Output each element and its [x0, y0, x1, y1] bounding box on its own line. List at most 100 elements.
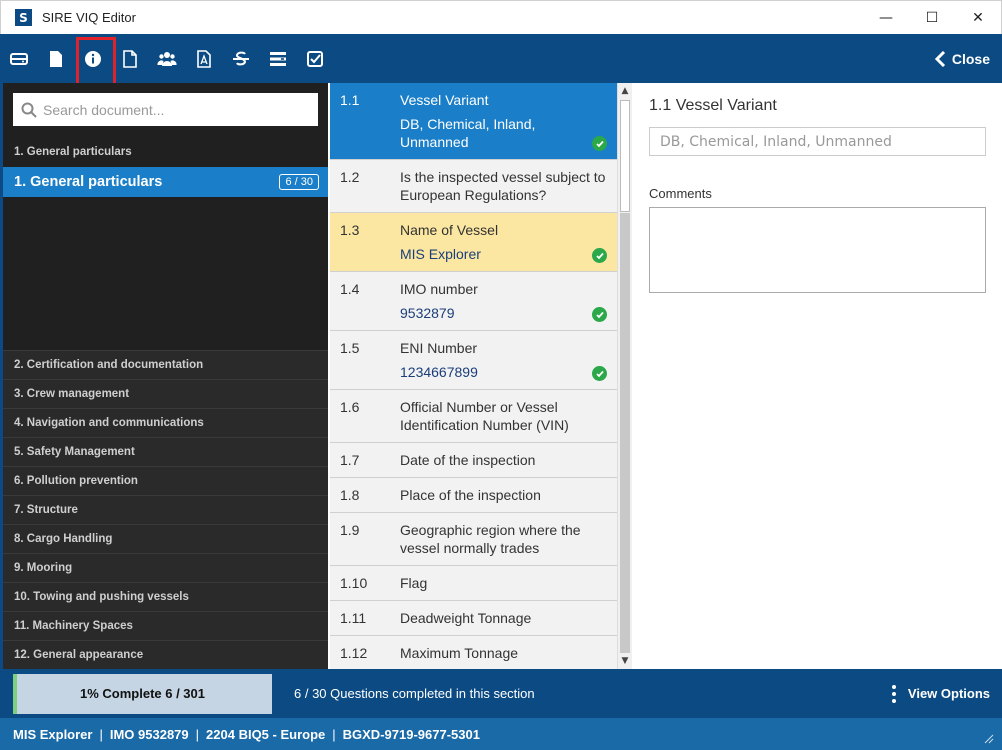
question-label: Date of the inspection [400, 452, 536, 468]
question-number: 1.4 [340, 281, 360, 297]
detail-title: 1.1 Vessel Variant [649, 97, 777, 114]
question-row[interactable]: 1.3 Name of Vessel MIS Explorer [330, 213, 617, 272]
question-label: Geographic region where the vessel norma… [400, 522, 581, 556]
question-answer: DB, Chemical, Inland, Unmanned [400, 116, 536, 150]
question-row[interactable]: 1.7 Date of the inspection [330, 443, 617, 478]
info-icon[interactable] [74, 34, 116, 86]
sidebar-item[interactable]: 3. Crew management [3, 379, 328, 408]
question-label: Flag [400, 575, 428, 591]
section-list: 2. Certification and documentation 3. Cre… [3, 350, 328, 669]
sidebar-item[interactable]: 6. Pollution prevention [3, 466, 328, 495]
status-version: 2204 BIQ5 - Europe [206, 726, 326, 742]
progress-row: 1% Complete 6 / 301 6 / 30 Questions com… [0, 669, 1002, 718]
question-answer: MIS Explorer [400, 246, 481, 262]
scroll-down-icon[interactable]: ▼ [618, 654, 632, 668]
question-label: Name of Vessel [400, 222, 499, 238]
pdf-icon[interactable] [185, 34, 222, 83]
sidebar-item-general-particulars[interactable]: 1. General particulars 6 / 30 [3, 167, 328, 197]
question-row[interactable]: 1.6 Official Number or Vessel Identificat… [330, 390, 617, 443]
comments-label: Comments [649, 186, 712, 201]
resize-grip-icon[interactable] [982, 732, 994, 744]
question-answer: 1234667899 [400, 364, 478, 380]
question-number: 1.10 [340, 575, 368, 591]
question-label: Place of the inspection [400, 487, 541, 503]
question-scrollbar[interactable]: ▲ ▼ [617, 83, 632, 669]
overall-progress-bar: 1% Complete 6 / 301 [13, 673, 272, 714]
check-icon [592, 307, 607, 322]
answer-field[interactable]: DB, Chemical, Inland, Unmanned [649, 127, 986, 156]
question-row[interactable]: 1.8 Place of the inspection [330, 478, 617, 513]
question-row[interactable]: 1.4 IMO number 9532879 [330, 272, 617, 331]
status-bar: MIS Explorer | IMO 9532879 | 2204 BIQ5 -… [0, 718, 1002, 750]
sidebar-item[interactable]: 9. Mooring [3, 553, 328, 582]
question-row[interactable]: 1.2 Is the inspected vessel subject to Eu… [330, 160, 617, 213]
question-row[interactable]: 1.12 Maximum Tonnage [330, 636, 617, 669]
list-icon[interactable] [259, 34, 296, 83]
detail-panel: 1.1 Vessel Variant DB, Chemical, Inland,… [633, 83, 1002, 669]
question-row[interactable]: 1.1 Vessel Variant DB, Chemical, Inland, U… [330, 83, 617, 160]
close-label: Close [951, 50, 990, 67]
question-label: IMO number [400, 281, 478, 297]
current-section-header: 1. General particulars [14, 146, 132, 158]
question-label: ENI Number [400, 340, 478, 356]
view-options-label: View Options [907, 686, 990, 701]
question-row[interactable]: 1.9 Geographic region where the vessel no… [330, 513, 617, 566]
search-icon [21, 102, 37, 118]
sidebar-item[interactable]: 7. Structure [3, 495, 328, 524]
chevron-left-icon [934, 50, 945, 67]
close-button[interactable]: Close [934, 50, 990, 67]
document-icon[interactable] [37, 34, 74, 83]
sidebar-item[interactable]: 11. Machinery Spaces [3, 611, 328, 640]
question-number: 1.1 [340, 92, 360, 108]
question-row[interactable]: 1.10 Flag [330, 566, 617, 601]
view-options-button[interactable]: View Options [891, 684, 990, 703]
sidebar: 1. General particulars 1. General partic… [3, 83, 328, 669]
check-icon [592, 248, 607, 263]
question-number: 1.9 [340, 522, 360, 538]
search-box[interactable] [13, 93, 318, 126]
check-icon [592, 366, 607, 381]
users-icon[interactable] [148, 34, 185, 83]
sidebar-item[interactable]: 8. Cargo Handling [3, 524, 328, 553]
sidebar-item[interactable]: 5. Safety Management [3, 437, 328, 466]
strikethrough-icon[interactable] [222, 34, 259, 83]
maximize-button[interactable]: ☐ [909, 1, 955, 34]
section-progress-note: 6 / 30 Questions completed in this secti… [294, 686, 535, 701]
question-label: Maximum Tonnage [400, 645, 519, 661]
question-label: Vessel Variant [400, 92, 489, 108]
sidebar-item[interactable]: 10. Towing and pushing vessels [3, 582, 328, 611]
progress-text: 1% Complete 6 / 301 [80, 686, 205, 701]
question-number: 1.5 [340, 340, 360, 356]
question-row[interactable]: 1.5 ENI Number 1234667899 [330, 331, 617, 390]
question-number: 1.11 [340, 610, 367, 626]
question-number: 1.3 [340, 222, 360, 238]
sidebar-item-label: 1. General particulars [14, 174, 163, 190]
sidebar-item[interactable]: 2. Certification and documentation [3, 350, 328, 379]
question-number: 1.7 [340, 452, 360, 468]
new-document-icon[interactable] [111, 34, 148, 83]
question-row[interactable]: 1.11 Deadweight Tonnage [330, 601, 617, 636]
question-answer: 9532879 [400, 305, 455, 321]
question-number: 1.8 [340, 487, 360, 503]
question-number: 1.6 [340, 399, 360, 415]
minimize-button[interactable]: — [863, 1, 909, 34]
question-list: 1.1 Vessel Variant DB, Chemical, Inland, U… [330, 83, 617, 669]
app-logo: S [15, 9, 32, 26]
window-controls: — ☐ ✕ [863, 1, 1001, 34]
title-bar: S SIRE VIQ Editor — ☐ ✕ [0, 0, 1002, 34]
sidebar-item[interactable]: 12. General appearance [3, 640, 328, 669]
progress-badge: 6 / 30 [279, 174, 319, 190]
scroll-thumb[interactable] [620, 100, 630, 212]
sidebar-item[interactable]: 4. Navigation and communications [3, 408, 328, 437]
question-label: Is the inspected vessel subject to Europ… [400, 169, 606, 203]
kebab-menu-icon [891, 684, 896, 703]
search-input[interactable] [43, 101, 303, 118]
window-close-button[interactable]: ✕ [955, 1, 1001, 34]
window-title: SIRE VIQ Editor [42, 10, 136, 25]
checklist-icon[interactable] [296, 34, 333, 83]
scroll-track[interactable] [620, 213, 630, 653]
question-label: Deadweight Tonnage [400, 610, 532, 626]
scroll-up-icon[interactable]: ▲ [618, 84, 632, 98]
comments-input[interactable] [649, 207, 986, 293]
drive-icon[interactable] [0, 34, 37, 83]
